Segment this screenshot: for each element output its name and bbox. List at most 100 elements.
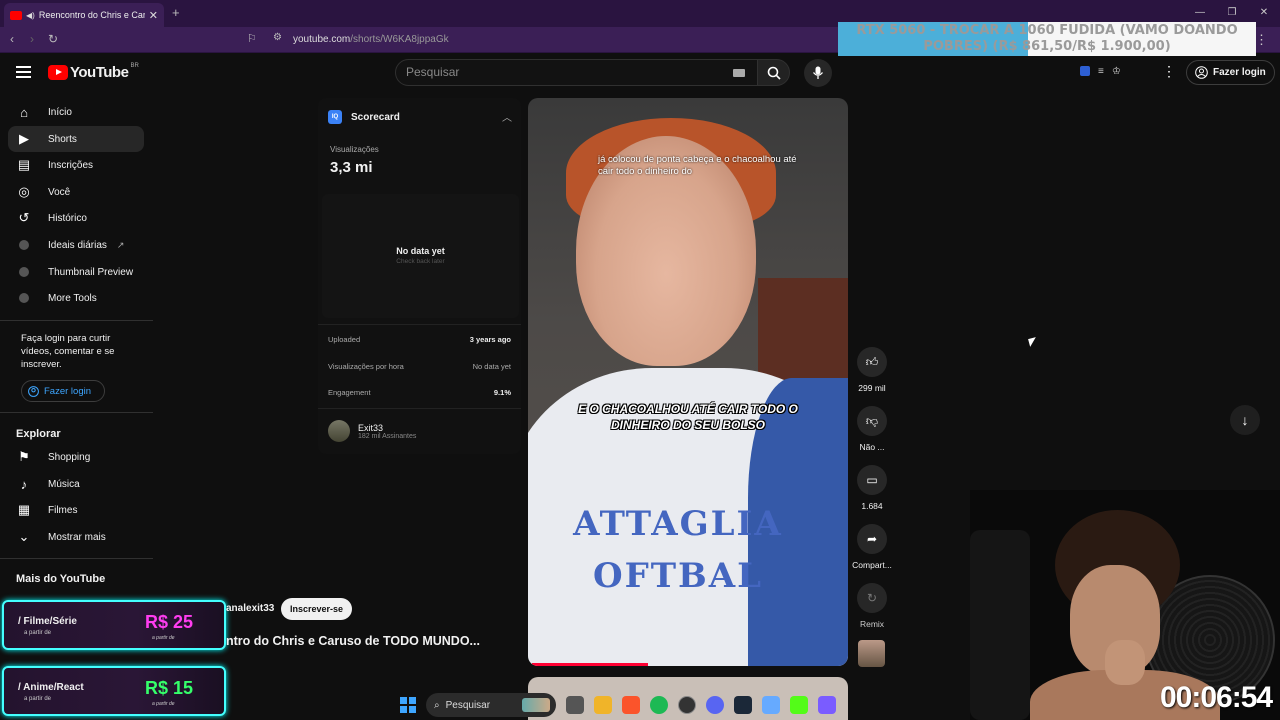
steam-icon[interactable]	[734, 696, 752, 714]
thumbs-down-icon[interactable]: 👎︎	[857, 406, 887, 436]
sidebar-item-ideais-diarias[interactable]: Ideais diárias ↗	[8, 232, 144, 258]
thumbs-up-icon[interactable]: 👍︎	[857, 347, 887, 377]
search-button[interactable]	[757, 59, 790, 86]
scorecard-channel[interactable]: Exit33 182 mil Assinantes	[328, 420, 416, 442]
list-icon[interactable]: ≡	[1098, 66, 1104, 77]
stream-timer: 00:06:54	[1160, 681, 1273, 714]
video-title[interactable]: ntro do Chris e Caruso de TODO MUNDO...	[226, 634, 480, 648]
shorts-video-player[interactable]: ATTAGLIA OFTBAL já colocou de ponta cabeç…	[528, 98, 848, 666]
taskbar-search-label: Pesquisar	[445, 699, 491, 711]
sidebar-item-label: Thumbnail Preview	[48, 266, 134, 278]
home-icon: ⌂	[20, 104, 28, 120]
windows-start-icon[interactable]	[400, 697, 416, 713]
streamer-app-icon[interactable]	[818, 696, 836, 714]
subscribe-button[interactable]: Inscrever-se	[281, 598, 353, 620]
remix-action[interactable]: ↻ Remix	[850, 583, 894, 629]
settings-menu-icon[interactable]: ⋮	[1162, 63, 1176, 80]
browser-menu-icon[interactable]: ⋮	[1255, 32, 1268, 48]
menu-icon[interactable]	[16, 63, 31, 81]
webcam-hand	[1105, 640, 1145, 685]
sidebar-item-filmes[interactable]: ▦ Filmes	[8, 497, 144, 523]
close-tab-icon[interactable]: ✕	[149, 9, 158, 22]
login-label: Fazer login	[1213, 67, 1266, 78]
comment-icon[interactable]: ▭	[857, 465, 887, 495]
scorecard-header[interactable]: IQ Scorecard	[328, 110, 400, 124]
keyboard-icon[interactable]	[733, 69, 745, 77]
sidebar-item-historico[interactable]: ↺ Histórico	[8, 205, 144, 231]
sidebar-item-label: Mostrar mais	[48, 531, 106, 543]
channel-avatar	[328, 420, 350, 442]
sidebar-item-shorts[interactable]: ▶ Shorts	[8, 126, 144, 152]
back-icon[interactable]: ‹	[10, 32, 14, 46]
channel-thumbnail[interactable]	[858, 640, 885, 667]
site-info-icon[interactable]: ⚙	[273, 32, 282, 43]
comments-action[interactable]: ▭ 1.684	[850, 465, 894, 511]
extension-icon	[19, 293, 29, 303]
login-button[interactable]: Fazer login	[1186, 60, 1275, 85]
sidebar-item-mostrar-mais[interactable]: ⌄ Mostrar mais	[8, 524, 144, 550]
extension-badge-icon[interactable]	[1080, 66, 1090, 76]
file-explorer-icon[interactable]	[594, 696, 612, 714]
sidebar-login-button[interactable]: Fazer login	[21, 380, 105, 402]
sidebar-item-more-tools[interactable]: More Tools	[8, 285, 144, 311]
like-action[interactable]: 👍︎ 299 mil	[850, 347, 894, 393]
stat-value: 9.1%	[493, 388, 511, 397]
stat-row-engagement: Engagement 9.1%	[328, 388, 511, 397]
browser-tab[interactable]: ◀) Reencontro do Chris e Caruso ✕	[4, 3, 164, 27]
no-data-title: No data yet	[396, 246, 445, 256]
url-path: /shorts/W6KA8jppaGk	[350, 34, 449, 45]
brave-browser-icon[interactable]	[622, 696, 640, 714]
app-icon[interactable]	[678, 696, 696, 714]
video-caption-top: já colocou de ponta cabeça e o chacoalho…	[598, 154, 797, 177]
sidebar-item-inicio[interactable]: ⌂ Início	[8, 99, 144, 125]
donation-goal-banner: RTX 5060 - TROCAR A 1060 FUDIDA (VAMO DO…	[838, 22, 1256, 56]
voice-search-button[interactable]	[804, 59, 832, 87]
new-tab-button[interactable]: +	[172, 5, 180, 20]
arrow-down-icon: ↓	[1241, 412, 1249, 428]
sidebar-item-voce[interactable]: ◎ Você	[8, 179, 144, 205]
donation-goal-text: RTX 5060 - TROCAR A 1060 FUDIDA (VAMO DO…	[856, 23, 1238, 54]
share-icon[interactable]: ➦	[857, 524, 887, 554]
bookmark-icon[interactable]: ⚐	[247, 32, 257, 45]
channel-handle[interactable]: analexit33	[226, 603, 274, 614]
logo-text: YouTube	[70, 64, 129, 81]
kick-icon[interactable]	[790, 696, 808, 714]
stat-label: Visualizações por hora	[328, 362, 404, 371]
stat-row-uploaded: Uploaded 3 years ago	[328, 335, 511, 344]
speaker-icon[interactable]: ◀)	[26, 11, 35, 20]
login-prompt: Faça login para curtir vídeos, comentar …	[21, 333, 115, 370]
shirt-print: ATTAGLIA OFTBAL	[528, 498, 828, 602]
search-input[interactable]: Pesquisar	[395, 59, 760, 86]
trophy-icon[interactable]: ♔	[1112, 66, 1121, 77]
sidebar-item-musica[interactable]: ♪ Música	[8, 471, 144, 497]
youtube-logo[interactable]: YouTube BR	[48, 63, 139, 81]
mouse-cursor-icon	[1028, 337, 1038, 347]
collapse-icon[interactable]: ︿	[502, 109, 512, 124]
next-video-button[interactable]: ↓	[1230, 405, 1260, 435]
search-highlight-icon	[522, 698, 550, 712]
notepad-icon[interactable]	[762, 696, 780, 714]
promo-label: / Filme/Série	[18, 616, 77, 627]
share-action[interactable]: ➦ Compart...	[850, 524, 894, 570]
shirt-text-line: ATTAGLIA	[573, 504, 783, 544]
scorecard-logo-icon: IQ	[328, 110, 342, 124]
taskbar-search[interactable]: ⌕ Pesquisar	[426, 693, 556, 717]
sidebar-item-shopping[interactable]: ⚑ Shopping	[8, 444, 144, 470]
tab-title: Reencontro do Chris e Caruso	[38, 10, 145, 20]
stat-value: 3 years ago	[469, 335, 511, 344]
history-icon: ↺	[18, 210, 30, 225]
forward-icon[interactable]: ›	[30, 32, 34, 46]
remix-icon[interactable]: ↻	[857, 583, 887, 613]
film-icon: ▦	[17, 502, 31, 517]
sidebar-item-inscricoes[interactable]: ▤ Inscrições	[8, 152, 144, 178]
no-data-sub: Check back later	[396, 258, 445, 265]
spotify-icon[interactable]	[650, 696, 668, 714]
dislike-action[interactable]: 👎︎ Não ...	[850, 406, 894, 452]
task-view-icon[interactable]	[566, 696, 584, 714]
reload-icon[interactable]: ↻	[48, 32, 58, 46]
discord-icon[interactable]	[706, 696, 724, 714]
promo-price: R$ 15	[145, 678, 194, 698]
sidebar-item-thumbnail-preview[interactable]: Thumbnail Preview	[8, 259, 144, 285]
url-field[interactable]: youtube.com/shorts/W6KA8jppaGk	[293, 34, 449, 45]
video-progress-bar[interactable]	[532, 663, 648, 666]
